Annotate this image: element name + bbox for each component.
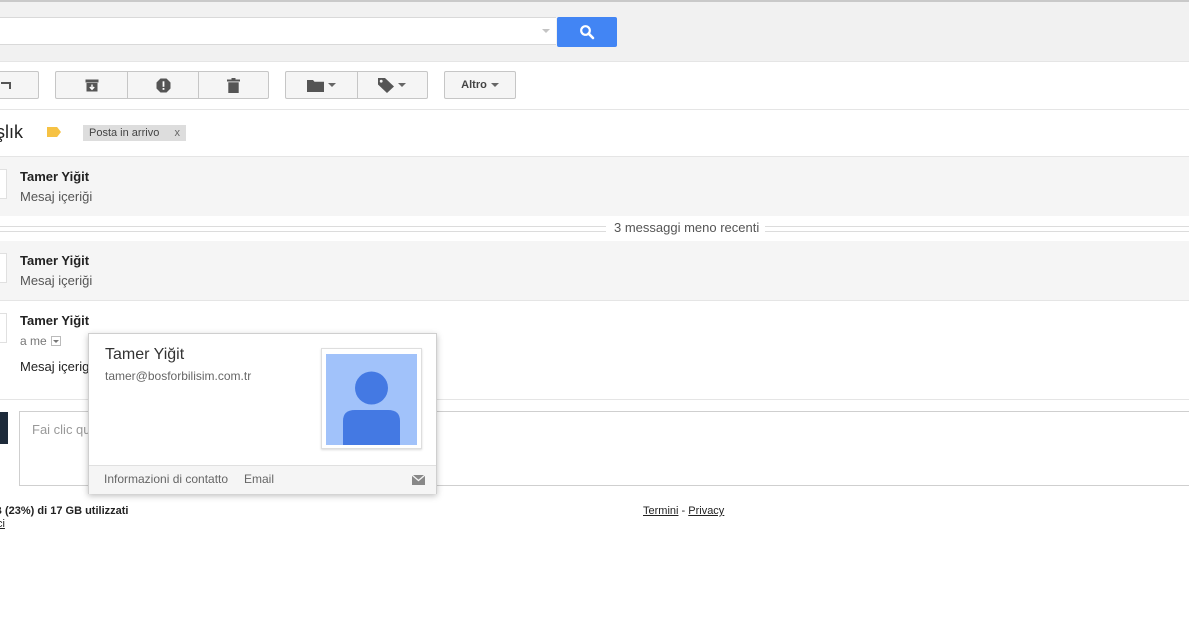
contact-photo (321, 348, 422, 449)
manage-storage-link[interactable]: ci (0, 518, 5, 530)
message-collapsed[interactable] (0, 241, 1189, 300)
message-snippet: Mesaj içeriği (20, 273, 93, 288)
contact-name[interactable]: Tamer Yiğit (105, 346, 184, 364)
folder-icon (306, 79, 324, 92)
search-input[interactable] (0, 17, 556, 45)
message-sender[interactable]: Tamer Yiğit (20, 313, 89, 328)
search-options-caret-icon[interactable] (542, 29, 550, 33)
organize-button-group (285, 71, 428, 99)
older-messages-label[interactable]: 3 messaggi meno recenti (610, 220, 764, 235)
label-tag-icon (378, 77, 395, 93)
email-link[interactable]: Email (244, 472, 274, 486)
more-button-label: Altro (461, 79, 487, 91)
chevron-down-icon (398, 83, 407, 87)
inbox-label-chip[interactable]: Posta in arrivo x (83, 125, 186, 141)
chevron-down-icon (327, 83, 336, 87)
report-spam-button[interactable] (127, 72, 197, 98)
default-avatar-icon (326, 354, 417, 445)
legal-links: Termini - Privacy (643, 505, 724, 517)
storage-usage: B (23%) di 17 GB utilizzati (0, 505, 129, 517)
older-messages-toggle[interactable]: 3 messaggi meno recenti (0, 216, 1189, 241)
labels-button[interactable] (356, 72, 427, 98)
back-button[interactable] (0, 71, 39, 99)
archive-icon (85, 79, 99, 91)
remove-label-button[interactable]: x (175, 127, 181, 139)
divider (0, 300, 1189, 301)
recipient-text: a me (20, 334, 47, 348)
sender-avatar (0, 169, 7, 199)
recipient-line: a me (20, 334, 61, 348)
contact-info-link[interactable]: Informazioni di contatto (104, 472, 228, 486)
separator: - (681, 505, 686, 517)
privacy-link[interactable]: Privacy (688, 505, 724, 517)
move-to-button[interactable] (286, 72, 357, 98)
action-button-group (55, 71, 269, 99)
user-avatar (0, 412, 8, 444)
importance-label-icon[interactable] (47, 127, 61, 137)
report-spam-icon (156, 78, 170, 92)
archive-button[interactable] (56, 72, 127, 98)
sender-avatar (0, 253, 7, 283)
divider (0, 109, 1189, 110)
contact-hovercard: Tamer Yiğit tamer@bosforbilisim.com.tr I… (88, 333, 437, 494)
message-snippet: Mesaj içeriği (20, 189, 93, 204)
message-body: Mesaj içerig (20, 359, 90, 374)
reply-placeholder: Fai clic qu (32, 422, 91, 437)
message-sender[interactable]: Tamer Yiğit (20, 253, 89, 268)
more-button[interactable]: Altro (444, 71, 516, 99)
search-icon (580, 25, 595, 40)
trash-icon (226, 77, 240, 93)
envelope-icon[interactable] (412, 475, 425, 485)
contact-email: tamer@bosforbilisim.com.tr (105, 369, 252, 383)
divider (765, 226, 1189, 232)
message-collapsed[interactable] (0, 157, 1189, 216)
inbox-label-text: Posta in arrivo (89, 127, 160, 139)
search-button[interactable] (557, 17, 617, 47)
hovercard-footer: Informazioni di contatto Email (89, 465, 436, 494)
chevron-down-icon (490, 83, 499, 87)
back-arrow-icon (0, 82, 11, 89)
message-sender[interactable]: Tamer Yiğit (20, 169, 89, 184)
thread-subject: şlık (0, 122, 23, 142)
sender-avatar (0, 313, 7, 343)
delete-button[interactable] (197, 72, 268, 98)
terms-link[interactable]: Termini (643, 505, 678, 517)
divider (0, 226, 606, 232)
show-details-icon[interactable] (50, 336, 61, 346)
